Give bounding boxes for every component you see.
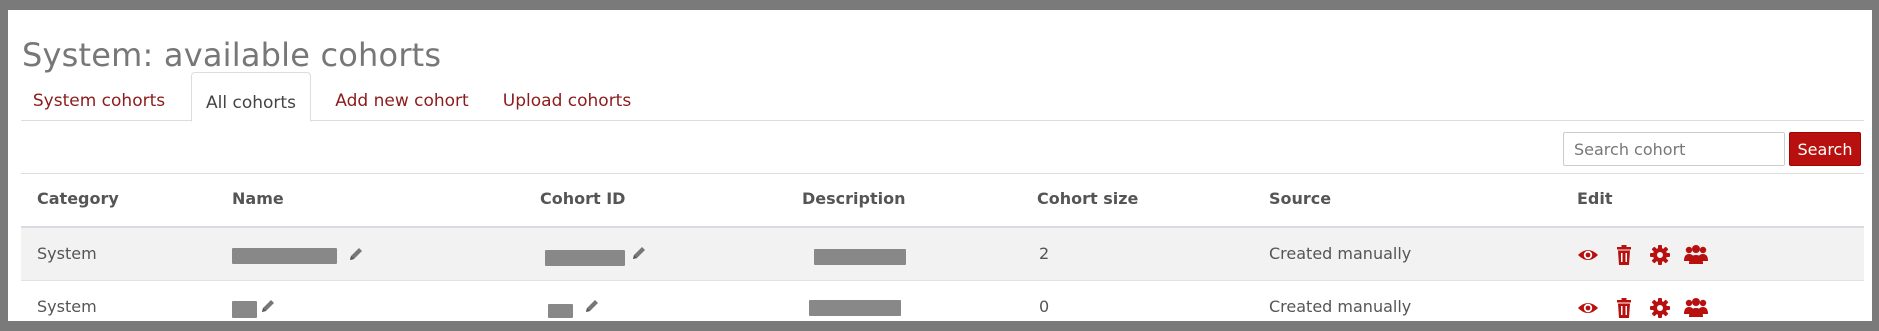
gear-icon[interactable]	[1649, 244, 1671, 266]
header-description: Description	[802, 189, 906, 208]
redacted-name	[232, 248, 337, 264]
cell-category: System	[37, 297, 97, 316]
redacted-name	[232, 301, 257, 318]
gear-icon[interactable]	[1649, 297, 1671, 319]
search-cohort-input[interactable]	[1563, 132, 1785, 166]
users-icon[interactable]	[1683, 243, 1709, 265]
tab-system-cohorts[interactable]: System cohorts	[29, 82, 169, 120]
cell-source: Created manually	[1269, 244, 1412, 263]
tab-all-cohorts[interactable]: All cohorts	[191, 72, 311, 122]
tab-add-new-cohort[interactable]: Add new cohort	[327, 82, 477, 120]
cell-cohort-size: 0	[1039, 297, 1050, 316]
header-category[interactable]: Category	[37, 174, 119, 226]
eye-icon[interactable]	[1577, 244, 1599, 266]
trash-icon[interactable]	[1613, 244, 1635, 266]
header-source: Source	[1269, 189, 1332, 208]
tab-upload-cohorts[interactable]: Upload cohorts	[496, 82, 638, 120]
redacted-description	[809, 300, 901, 316]
search-button[interactable]: Search	[1789, 132, 1861, 166]
cell-category: System	[37, 244, 97, 263]
eye-icon[interactable]	[1577, 297, 1599, 319]
pencil-icon[interactable]	[631, 245, 647, 261]
users-icon[interactable]	[1683, 296, 1709, 318]
redacted-cohort-id	[548, 304, 573, 318]
pencil-icon[interactable]	[348, 246, 364, 262]
page-frame: System: available cohorts System cohorts…	[8, 10, 1872, 321]
redacted-description	[814, 249, 906, 265]
header-cohort-size: Cohort size	[1037, 189, 1139, 208]
tab-bar: System cohorts All cohorts Add new cohor…	[21, 72, 1864, 122]
header-cohort-id[interactable]: Cohort ID	[540, 174, 625, 226]
cell-source: Created manually	[1269, 297, 1412, 316]
page-title: System: available cohorts	[22, 36, 442, 74]
table-row: System 0 Created manually	[21, 281, 1864, 321]
pencil-icon[interactable]	[260, 298, 276, 314]
table-row: System 2 Created manually	[21, 228, 1864, 281]
redacted-cohort-id	[545, 250, 625, 266]
header-edit: Edit	[1577, 189, 1613, 208]
cell-cohort-size: 2	[1039, 244, 1050, 263]
header-name[interactable]: Name	[232, 174, 284, 226]
trash-icon[interactable]	[1613, 297, 1635, 319]
pencil-icon[interactable]	[584, 298, 600, 314]
cohorts-table: Category Name Cohort ID Description Coho…	[21, 173, 1864, 321]
table-header: Category Name Cohort ID Description Coho…	[21, 174, 1864, 228]
